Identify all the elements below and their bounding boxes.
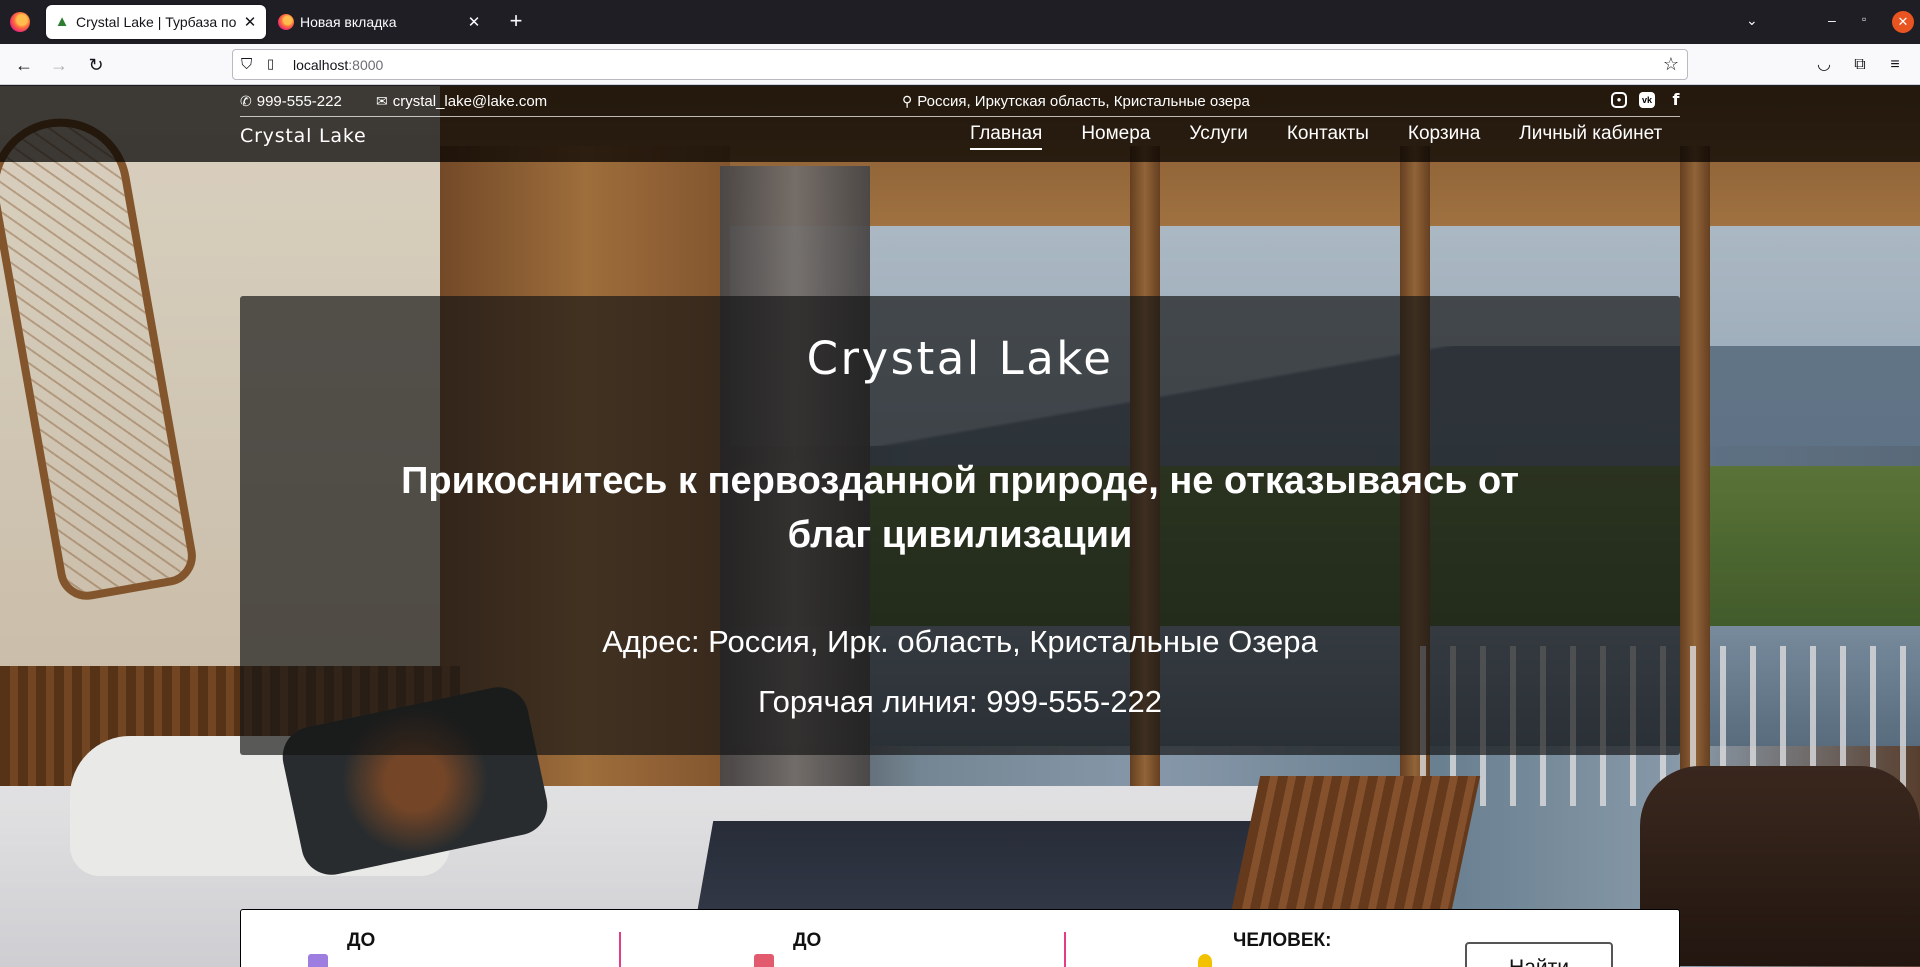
close-tab-icon[interactable]: ✕ [238,13,262,31]
hero-address: Адрес: Россия, Ирк. область, Кристальные… [602,624,1318,659]
web-page: ✆ 999-555-222 ✉ crystal_lake@lake.com ⚲ Рос… [0,86,1920,967]
date-to-label: ДО [793,930,822,951]
calendar-icon [308,954,328,967]
tab-crystal-lake[interactable]: ▲ Crystal Lake | Турбаза по ✕ [46,5,266,39]
person-icon [1198,954,1212,967]
top-phone[interactable]: ✆ 999-555-222 [240,93,342,110]
reload-icon[interactable]: ↻ [83,52,109,78]
phone-icon: ✆ [240,93,252,109]
menu-item-services[interactable]: Услуги [1189,123,1247,150]
tab-title: Новая вкладка [300,14,397,30]
menu-item-home[interactable]: Главная [970,123,1043,150]
page-info-icon[interactable]: ▯ [267,56,274,72]
close-tab-icon[interactable]: ✕ [462,13,486,31]
field-divider [619,932,621,967]
tab-new-tab[interactable]: Новая вкладка ✕ [270,5,490,39]
restore-icon[interactable]: ▫ [1862,12,1866,26]
guests-label: ЧЕЛОВЕК: [1233,930,1332,951]
bookmark-star-icon[interactable]: ☆ [1663,54,1679,75]
tab-title: Crystal Lake | Турбаза по [76,14,237,30]
top-location-text: Россия, Иркутская область, Кристальные о… [917,93,1250,110]
date-from-label: ДО [347,930,376,951]
top-email[interactable]: ✉ crystal_lake@lake.com [376,93,547,110]
url-text[interactable]: localhost:8000 [293,57,383,73]
site-header: ✆ 999-555-222 ✉ crystal_lake@lake.com ⚲ Рос… [0,86,1920,162]
tree-icon: ▲ [54,13,70,30]
extensions-icon[interactable]: ⧉ [1847,52,1873,78]
main-menu: Главная Номера Услуги Контакты Корзина Л… [970,123,1662,150]
booking-form: ДО ДО ЧЕЛОВЕК: Найти [240,909,1680,967]
site-brand[interactable]: Crystal Lake [240,125,366,147]
facebook-icon[interactable]: f [1667,91,1685,109]
menu-item-contacts[interactable]: Контакты [1287,123,1369,150]
url-port: :8000 [348,57,384,73]
map-pin-icon: ⚲ [902,93,913,109]
top-location: ⚲ Россия, Иркутская область, Кристальные … [902,93,1250,110]
pocket-icon[interactable]: ◡ [1811,52,1837,78]
top-email-text: crystal_lake@lake.com [392,93,548,110]
hero-hotline: Горячая линия: 999-555-222 [757,684,1163,719]
url-bar[interactable]: ⛉ ▯ localhost:8000 ☆ [232,49,1688,80]
instagram-icon[interactable]: ● [1611,92,1627,108]
forward-arrow-icon[interactable]: → [46,52,72,78]
browser-tab-bar: ▲ Crystal Lake | Турбаза по ✕ Новая вкла… [0,0,1920,44]
hero-subtitle: Прикоснитесь к первозданной природе, не … [401,460,1519,556]
firefox-tab-icon [278,14,294,30]
search-button[interactable]: Найти [1465,942,1613,967]
tab-list-chevron-icon[interactable]: ⌄ [1746,12,1758,29]
field-divider [1064,932,1066,967]
menu-item-account[interactable]: Личный кабинет [1519,123,1662,150]
shield-icon[interactable]: ⛉ [241,56,252,73]
hero-title: Crystal Lake [806,332,1114,385]
vk-icon[interactable]: vk [1639,92,1655,108]
menu-hamburger-icon[interactable]: ≡ [1882,52,1908,78]
contact-topbar: ✆ 999-555-222 ✉ crystal_lake@lake.com ⚲ Рос… [240,86,1680,117]
new-tab-plus-icon[interactable]: + [504,10,528,34]
back-arrow-icon[interactable]: ← [11,52,37,78]
browser-nav-bar: ← → ↻ ⛉ ▯ localhost:8000 ☆ ◡ ⧉ ≡ [0,44,1920,85]
hero-panel: Crystal Lake Прикоснитесь к первозданной… [240,296,1680,755]
minimize-icon[interactable]: – [1828,12,1836,28]
top-phone-text: 999-555-222 [256,93,342,110]
envelope-icon: ✉ [376,93,388,109]
window-close-icon[interactable]: ✕ [1892,11,1914,33]
calendar-icon [754,954,774,967]
firefox-icon[interactable] [10,12,30,32]
menu-item-rooms[interactable]: Номера [1081,123,1150,150]
menu-item-cart[interactable]: Корзина [1408,123,1480,150]
url-host: localhost [293,57,349,73]
